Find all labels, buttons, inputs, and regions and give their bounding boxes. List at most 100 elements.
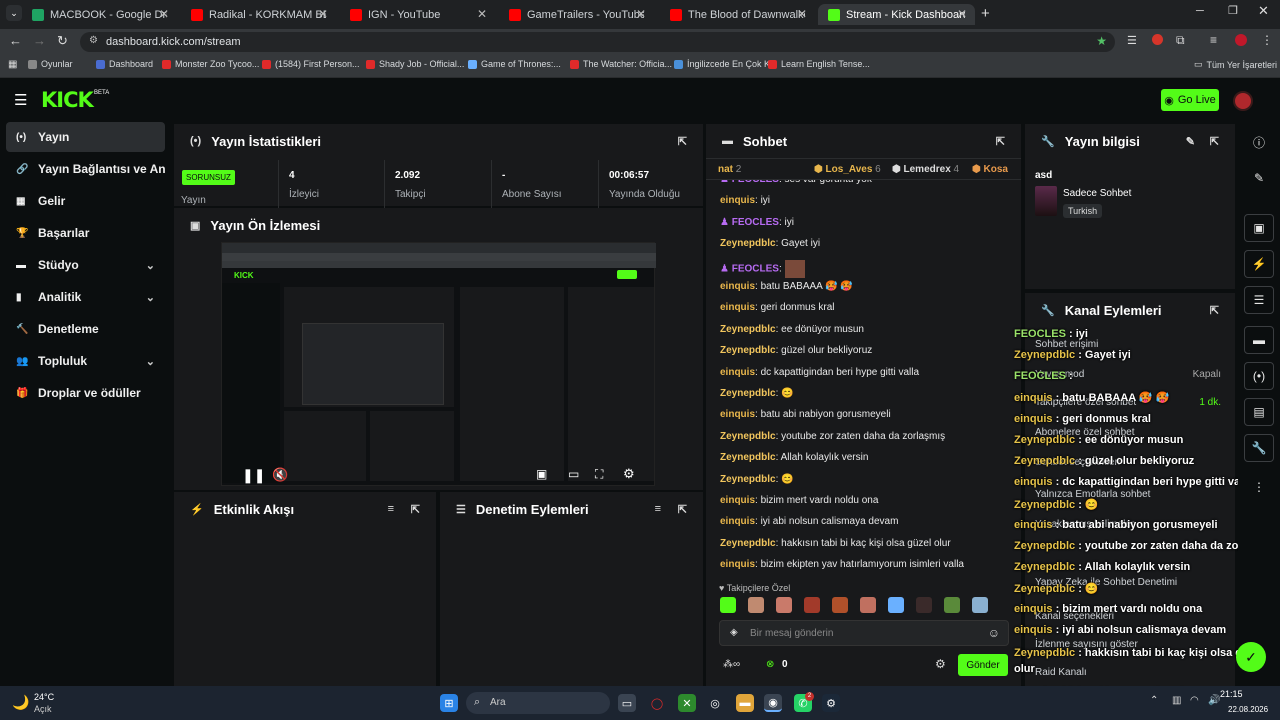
emote-icon[interactable]: [720, 597, 736, 613]
chat-username[interactable]: Zeynepdblc: [720, 324, 776, 335]
bookmark-star-icon[interactable]: ★: [1096, 34, 1107, 48]
broadcast-toggle-icon[interactable]: (•): [1244, 362, 1274, 390]
clock-date[interactable]: 22.08.2026: [1228, 705, 1268, 714]
bookmark-item[interactable]: Monster Zoo Tycoo...: [162, 59, 259, 69]
opera-icon[interactable]: ◯: [648, 694, 666, 712]
send-button[interactable]: Gönder: [958, 654, 1008, 676]
chat-username[interactable]: einquis: [720, 367, 755, 378]
sidebar-item[interactable]: (•) Yayın: [6, 122, 165, 152]
emote-icon[interactable]: [776, 597, 792, 613]
filter-icon[interactable]: ≡: [655, 503, 661, 515]
hamburger-menu-icon[interactable]: ☰: [14, 91, 27, 109]
popout-icon[interactable]: ⇱: [678, 135, 687, 148]
bookmark-item[interactable]: Game of Thrones:...: [468, 59, 561, 69]
browser-tab[interactable]: MACBOOK - Google Drive✕: [22, 4, 177, 25]
windows-start-icon[interactable]: ⊞: [440, 694, 458, 712]
floating-action-button[interactable]: ✓: [1236, 642, 1266, 672]
wrench-toggle-icon[interactable]: 🔧: [1244, 434, 1274, 462]
steam-icon[interactable]: ⚙: [822, 694, 840, 712]
chat-username[interactable]: Zeynepdblc: [720, 345, 776, 356]
chat-message[interactable]: einquis: iyi: [720, 195, 770, 206]
chat-badge-icon[interactable]: ◈: [730, 627, 738, 638]
chat-username[interactable]: einquis: [720, 559, 755, 570]
chat-message[interactable]: einquis: batu BABAAA 🥵 🥵: [720, 281, 853, 292]
chat-message[interactable]: einquis: batu abi nabiyon gorusmeyeli: [720, 409, 891, 420]
gifter-item[interactable]: nat 2: [718, 164, 741, 175]
chat-message[interactable]: Zeynepdblc: Gayet iyi: [720, 238, 820, 249]
browser-tab[interactable]: Stream - Kick Dashboard ✕: [818, 4, 975, 25]
site-info-icon[interactable]: ⚙: [89, 35, 98, 46]
wifi-icon[interactable]: ◠: [1190, 695, 1199, 706]
emote-icon[interactable]: [804, 597, 820, 613]
chat-message[interactable]: Zeynepdblc: güzel olur bekliyoruz: [720, 345, 872, 356]
sidebar-item[interactable]: ▬ Stüdyo ⌄: [6, 250, 165, 280]
media-icon[interactable]: ≡: [1210, 33, 1217, 47]
emote-icon[interactable]: [748, 597, 764, 613]
lightning-toggle-icon[interactable]: ⚡: [1244, 250, 1274, 278]
chat-username[interactable]: einquis: [720, 409, 755, 420]
extensions-stack-icon[interactable]: ☰: [1127, 34, 1137, 47]
emote-icon[interactable]: [916, 597, 932, 613]
pip-icon[interactable]: ▣: [536, 467, 547, 481]
bookmark-item[interactable]: (1584) First Person...: [262, 59, 360, 69]
preview-toggle-icon[interactable]: ▣: [1244, 214, 1274, 242]
tab-close-icon[interactable]: ✕: [797, 7, 807, 21]
minimize-button[interactable]: ─: [1196, 5, 1204, 17]
chat-message[interactable]: ♟ FEOCLES: iyi: [720, 217, 794, 228]
file-explorer-icon[interactable]: ▬: [736, 694, 754, 712]
tray-chevron-icon[interactable]: ⌃: [1150, 695, 1158, 706]
emote-icon[interactable]: [860, 597, 876, 613]
chat-message[interactable]: Zeynepdblc: Allah kolaylık versin: [720, 452, 868, 463]
edit-pencil-icon[interactable]: ✎: [1186, 135, 1195, 148]
bookmark-item[interactable]: The Watcher: Officia...: [570, 59, 672, 69]
volume-icon[interactable]: 🔊: [1208, 695, 1220, 706]
browser-tab[interactable]: The Blood of Dawnwalker - Off✕: [660, 4, 815, 25]
chat-username[interactable]: einquis: [720, 516, 755, 527]
chat-username[interactable]: FEOCLES: [732, 180, 779, 185]
steam-alt-icon[interactable]: ◎: [706, 694, 724, 712]
chat-message[interactable]: Zeynepdblc: ee dönüyor musun: [720, 324, 864, 335]
sidebar-item[interactable]: 🎁 Droplar ve ödüller: [6, 378, 165, 408]
tab-list-icon[interactable]: ⌄: [6, 5, 22, 21]
chat-username[interactable]: FEOCLES: [732, 263, 779, 274]
go-live-button[interactable]: ◉ Go Live: [1161, 89, 1219, 111]
popout-icon[interactable]: ⇱: [678, 503, 687, 516]
settings-gear-icon[interactable]: ⚙: [623, 466, 635, 482]
bookmark-item[interactable]: Dashboard: [96, 59, 153, 69]
tab-close-icon[interactable]: ✕: [159, 7, 169, 21]
chat-message[interactable]: ♟ FEOCLES:: [720, 259, 805, 278]
popout-icon[interactable]: ⇱: [411, 503, 420, 516]
popout-icon[interactable]: ⇱: [1210, 135, 1219, 148]
theater-icon[interactable]: ▭: [568, 467, 579, 481]
chat-message[interactable]: ♟ FEOCLES: ses var görüntü yok: [720, 180, 872, 185]
extension-record-icon[interactable]: [1152, 34, 1163, 45]
filter-icon[interactable]: ≡: [388, 503, 394, 515]
edit-icon[interactable]: ✎: [1244, 164, 1274, 192]
chat-message[interactable]: einquis: dc kapattigindan beri hype gitt…: [720, 367, 919, 378]
sidebar-item[interactable]: 🔨 Denetleme: [6, 314, 165, 344]
chat-username[interactable]: einquis: [720, 281, 755, 292]
apps-grid-icon[interactable]: ▦: [8, 59, 17, 70]
sidebar-item[interactable]: ▦ Gelir: [6, 186, 165, 216]
task-view-icon[interactable]: ▭: [618, 694, 636, 712]
network-icon[interactable]: ▥: [1172, 695, 1181, 706]
chat-username[interactable]: einquis: [720, 495, 755, 506]
stats-toggle-icon[interactable]: ▤: [1244, 398, 1274, 426]
chat-message[interactable]: Zeynepdblc: hakkısın tabi bi kaç kişi ol…: [720, 538, 951, 549]
emote-icon[interactable]: [972, 597, 988, 613]
chat-message[interactable]: einquis: bizim ekipten yav hatırlamıyoru…: [720, 559, 964, 570]
kick-logo[interactable]: KICK: [41, 88, 94, 112]
chat-toggle-icon[interactable]: ▬: [1244, 326, 1274, 354]
browser-tab[interactable]: GameTrailers - YouTube ✕: [499, 4, 654, 25]
emote-icon[interactable]: [888, 597, 904, 613]
fullscreen-icon[interactable]: ⛶: [595, 467, 603, 482]
chat-message[interactable]: einquis: geri donmus kral: [720, 302, 835, 313]
clock-time[interactable]: 21:15: [1220, 689, 1243, 699]
gifter-item[interactable]: ⬢ Los_Aves 6: [814, 164, 881, 175]
chat-message[interactable]: Zeynepdblc: 😊: [720, 388, 794, 399]
maximize-button[interactable]: ❐: [1228, 4, 1238, 17]
all-bookmarks[interactable]: ▭ Tüm Yer İşaretleri: [1194, 59, 1277, 70]
chat-input[interactable]: ◈ Bir mesaj gönderin ☺: [719, 620, 1009, 646]
chat-username[interactable]: Zeynepdblc: [720, 452, 776, 463]
chat-username[interactable]: einquis: [720, 195, 755, 206]
